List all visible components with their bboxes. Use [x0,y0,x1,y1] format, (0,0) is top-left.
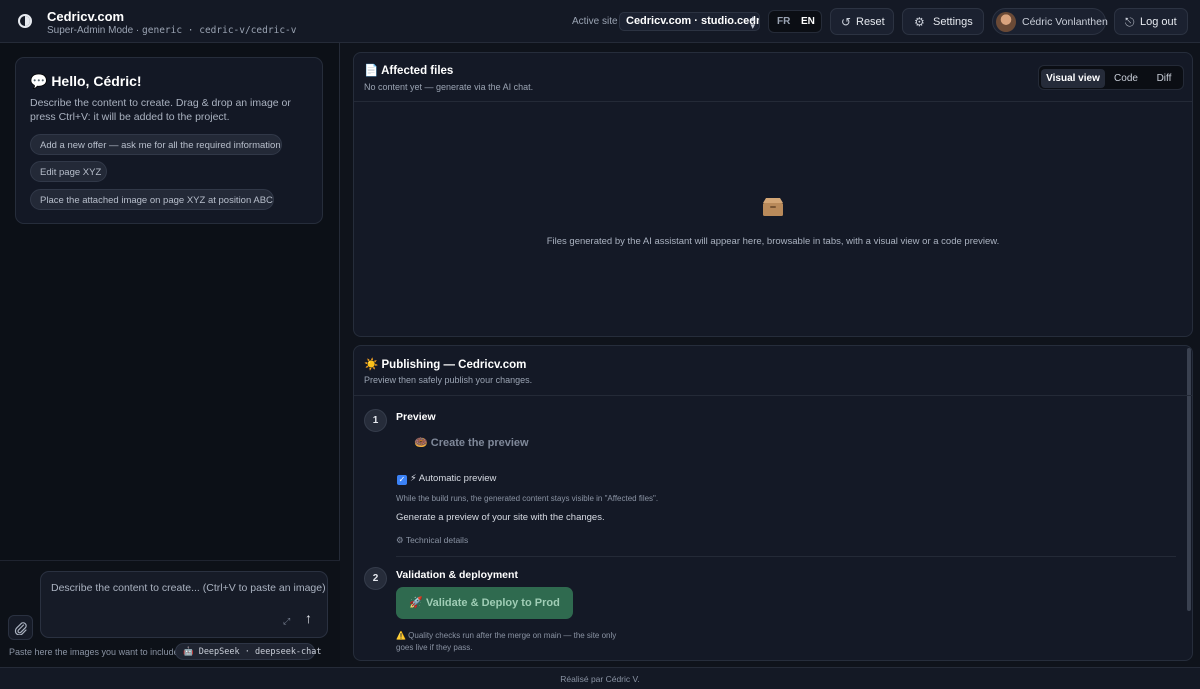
preview-description: Generate a preview of your site with the… [396,512,605,523]
affected-files-card: 📄 Affected files No content yet — genera… [353,52,1193,337]
greeting: 💬 Hello, Cédric! [30,73,142,89]
chat-panel: 💬 Hello, Cédric! Describe the content to… [0,43,340,667]
box-icon [763,198,783,216]
logout-button[interactable]: ⎋ Log out [1114,8,1188,35]
technical-details-toggle[interactable]: ⚙ Technical details [396,535,468,546]
footer-credit: Réalisé par Cédric V. [560,674,640,684]
tab-diff[interactable]: Diff [1147,69,1181,88]
attach-button[interactable] [8,615,33,640]
message-placeholder: Describe the content to create... (Ctrl+… [51,582,326,594]
publishing-title: ☀️ Publishing — Cedricv.com [364,359,527,371]
app-subtitle: Super-Admin Mode · generic · cedric-v/ce… [47,25,296,36]
paste-hint: Paste here the images you want to includ… [9,647,179,657]
user-name: Cédric Vonlanthen [1022,16,1108,28]
step-divider [396,556,1176,557]
step-title-preview: Preview [396,411,436,423]
auto-preview-label[interactable]: ⚡ Automatic preview [410,473,496,484]
active-site-select[interactable]: Cedricv.com · studio.cedric ▴ ▾ [619,12,760,31]
empty-state-message: Files generated by the AI assistant will… [546,236,1000,247]
card-divider [354,101,1192,102]
active-site-value: Cedricv.com · studio.cedric [626,15,760,27]
model-selector[interactable]: 🤖 DeepSeek · deepseek-chat [175,643,322,660]
publishing-subtitle: Preview then safely publish your changes… [364,375,533,385]
build-note: While the build runs, the generated cont… [396,494,659,503]
logout-icon: ⎋ [1125,15,1135,29]
mode-label: Super-Admin Mode · [47,25,140,36]
language-switcher: FR EN [768,10,822,33]
reset-label: Reset [856,16,885,28]
view-tabs: Visual view Code Diff [1038,65,1184,90]
lang-fr-button[interactable]: FR [777,16,790,27]
welcome-card: 💬 Hello, Cédric! Describe the content to… [15,57,323,224]
app-header: Cedricv.com Super-Admin Mode · generic ·… [0,0,1200,43]
repo-path: generic · cedric-v/cedric-v [142,25,297,36]
paperclip-icon [14,622,27,635]
suggestion-chip-add-offer[interactable]: Add a new offer — ask me for all the req… [30,134,282,155]
reset-icon: ↺ [841,15,852,29]
app-title: Cedricv.com [47,9,125,24]
scrollbar[interactable] [1187,348,1191,611]
settings-label: Settings [933,16,973,28]
updown-chevron-icon: ▴ ▾ [750,13,755,31]
affected-files-subtitle: No content yet — generate via the AI cha… [364,82,534,92]
step-number: 2 [364,567,387,590]
suggestion-chip-edit-page[interactable]: Edit page XYZ [30,161,107,182]
expand-icon[interactable]: ⤢ [283,616,290,627]
tab-visual-view[interactable]: Visual view [1041,69,1105,88]
affected-files-title: 📄 Affected files [364,65,454,77]
avatar [996,12,1016,32]
send-arrow-icon[interactable]: ↑ [305,610,312,626]
card-divider [354,395,1192,396]
reset-button[interactable]: ↺ Reset [830,8,894,35]
step-number: 1 [364,409,387,432]
auto-preview-checkbox[interactable]: ✓ [397,475,407,485]
lang-en-button[interactable]: EN [801,16,815,27]
suggestion-chip-place-image[interactable]: Place the attached image on page XYZ at … [30,189,274,210]
footer: Réalisé par Cédric V. [0,667,1200,689]
create-preview-button[interactable]: 🍩 Create the preview [414,436,530,456]
step-title-deployment: Validation & deployment [396,569,518,581]
logout-label: Log out [1140,16,1177,28]
tab-code[interactable]: Code [1109,69,1143,88]
user-menu[interactable]: Cédric Vonlanthen [992,8,1108,35]
theme-toggle-icon[interactable] [18,14,32,28]
chat-description: Describe the content to create. Drag & d… [30,97,291,123]
active-site-label: Active site [572,16,618,27]
publishing-card: ☀️ Publishing — Cedricv.com Preview then… [353,345,1193,661]
settings-button[interactable]: ⚙ Settings [902,8,984,35]
quality-warning: ⚠️ Quality checks run after the merge on… [396,631,617,652]
composer-area: Describe the content to create... (Ctrl+… [0,560,340,667]
gear-icon: ⚙ [914,15,925,29]
deploy-button[interactable]: 🚀 Validate & Deploy to Prod [396,587,573,619]
message-input[interactable]: Describe the content to create... (Ctrl+… [40,571,328,638]
